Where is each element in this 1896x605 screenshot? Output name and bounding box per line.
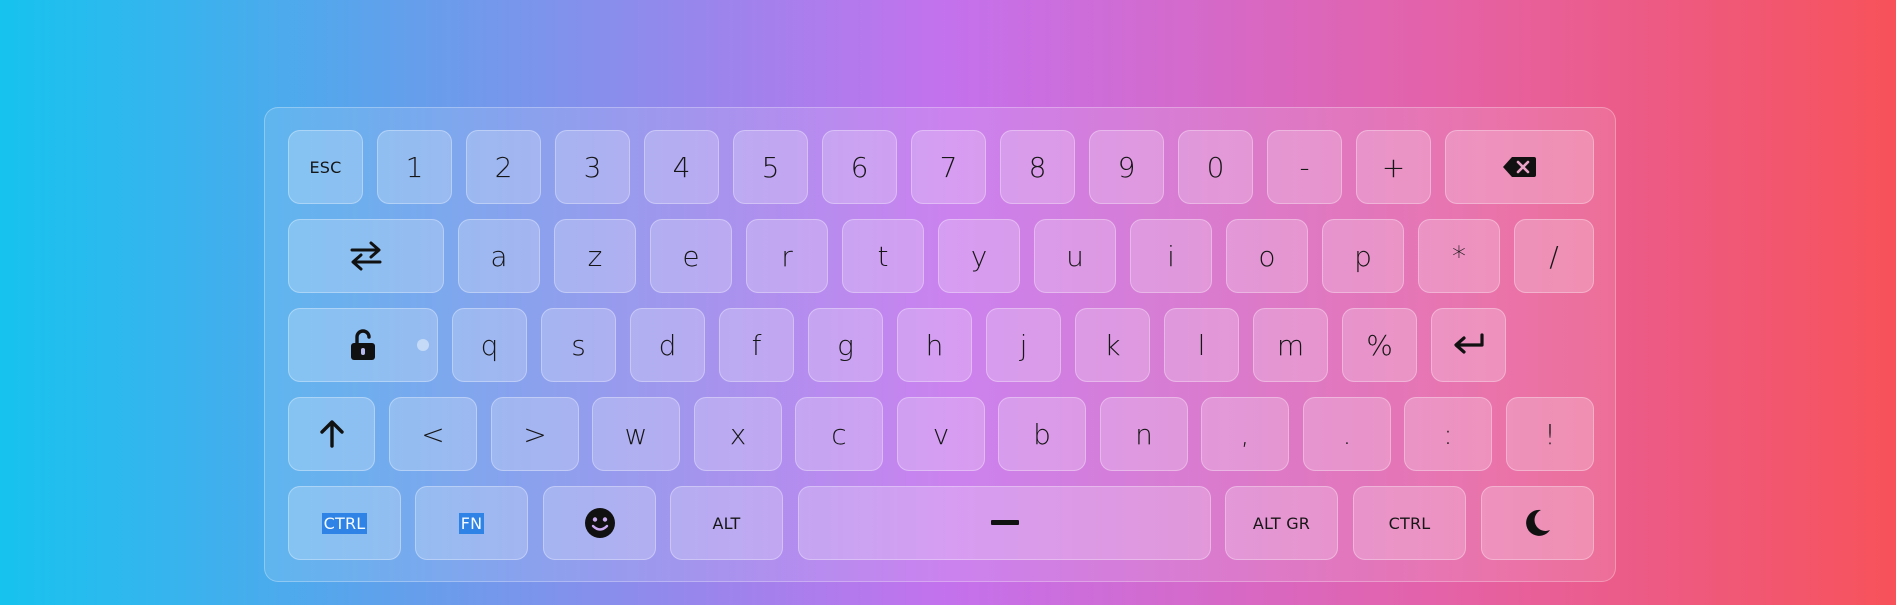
key-z[interactable]: z [554, 219, 636, 293]
enter-key[interactable] [1431, 308, 1506, 382]
key-s[interactable]: s [541, 308, 616, 382]
key-c[interactable]: c [795, 397, 883, 471]
virtual-keyboard: ESC 1 2 3 4 5 6 7 8 9 0 - + a z e r t y … [264, 107, 1616, 582]
key-d[interactable]: d [630, 308, 705, 382]
key-5[interactable]: 5 [733, 130, 808, 204]
percent-key[interactable]: % [1342, 308, 1417, 382]
key-v[interactable]: v [897, 397, 985, 471]
moon-icon [1524, 508, 1552, 538]
ctrl-left-label: CTRL [321, 512, 368, 534]
key-8[interactable]: 8 [1000, 130, 1075, 204]
period-key[interactable]: . [1303, 397, 1391, 471]
plus-key[interactable]: + [1356, 130, 1431, 204]
key-k[interactable]: k [1075, 308, 1150, 382]
arrows-left-right-icon [349, 241, 383, 271]
esc-key[interactable]: ESC [288, 130, 363, 204]
exclamation-key[interactable]: ! [1506, 397, 1594, 471]
key-1[interactable]: 1 [377, 130, 452, 204]
key-9[interactable]: 9 [1089, 130, 1164, 204]
emoji-key[interactable] [543, 486, 656, 560]
key-0[interactable]: 0 [1178, 130, 1253, 204]
caps-lock-key[interactable] [288, 308, 438, 382]
slash-key[interactable]: / [1514, 219, 1594, 293]
arrow-up-icon [318, 419, 346, 449]
less-than-key[interactable]: < [389, 397, 477, 471]
alt-gr-key[interactable]: ALT GR [1225, 486, 1338, 560]
key-r[interactable]: r [746, 219, 828, 293]
minus-key[interactable]: - [1267, 130, 1342, 204]
shift-key[interactable] [288, 397, 375, 471]
alt-key[interactable]: ALT [670, 486, 783, 560]
key-4[interactable]: 4 [644, 130, 719, 204]
key-n[interactable]: n [1100, 397, 1188, 471]
key-7[interactable]: 7 [911, 130, 986, 204]
caps-lock-indicator [417, 339, 429, 351]
ctrl-right-key[interactable]: CTRL [1353, 486, 1466, 560]
fn-key[interactable]: FN [415, 486, 528, 560]
key-o[interactable]: o [1226, 219, 1308, 293]
key-f[interactable]: f [719, 308, 794, 382]
key-i[interactable]: i [1130, 219, 1212, 293]
backspace-key[interactable] [1445, 130, 1594, 204]
key-2[interactable]: 2 [466, 130, 541, 204]
key-w[interactable]: w [592, 397, 680, 471]
key-a[interactable]: a [458, 219, 540, 293]
tab-key[interactable] [288, 219, 444, 293]
key-l[interactable]: l [1164, 308, 1239, 382]
star-key[interactable]: * [1418, 219, 1500, 293]
key-m[interactable]: m [1253, 308, 1328, 382]
ctrl-left-key[interactable]: CTRL [288, 486, 401, 560]
key-t[interactable]: t [842, 219, 924, 293]
key-x[interactable]: x [694, 397, 782, 471]
theme-toggle-key[interactable] [1481, 486, 1594, 560]
key-y[interactable]: y [938, 219, 1020, 293]
colon-key[interactable]: : [1404, 397, 1492, 471]
key-q[interactable]: q [452, 308, 527, 382]
fn-label: FN [458, 512, 485, 534]
key-3[interactable]: 3 [555, 130, 630, 204]
key-j[interactable]: j [986, 308, 1061, 382]
key-g[interactable]: g [808, 308, 883, 382]
key-h[interactable]: h [897, 308, 972, 382]
key-e[interactable]: e [650, 219, 732, 293]
enter-icon [1452, 332, 1486, 358]
key-6[interactable]: 6 [822, 130, 897, 204]
comma-key[interactable]: , [1201, 397, 1289, 471]
key-p[interactable]: p [1322, 219, 1404, 293]
unlock-icon [349, 329, 377, 361]
greater-than-key[interactable]: > [491, 397, 579, 471]
smiley-icon [584, 507, 616, 539]
backspace-icon [1502, 155, 1538, 179]
key-u[interactable]: u [1034, 219, 1116, 293]
dash-icon [990, 520, 1019, 526]
space-key[interactable] [798, 486, 1211, 560]
key-b[interactable]: b [998, 397, 1086, 471]
